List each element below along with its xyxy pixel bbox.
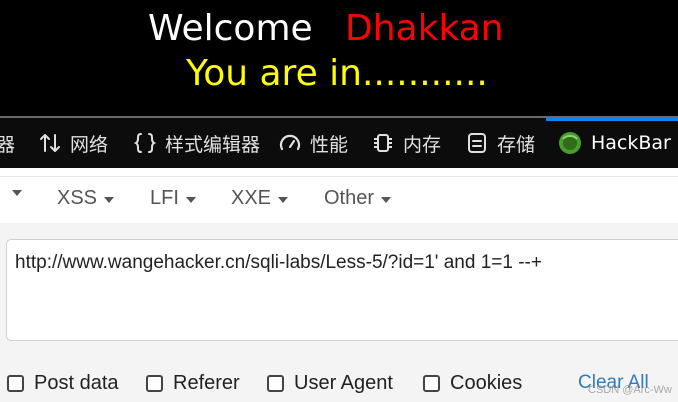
checkbox-box[interactable]: [267, 375, 284, 392]
tab-storage[interactable]: 存储: [465, 118, 535, 168]
tab-memory[interactable]: 内存: [371, 118, 441, 168]
menu-lfi[interactable]: LFI: [150, 187, 196, 210]
username-text: Dhakkan: [345, 8, 504, 49]
option-label: Referer: [173, 372, 240, 394]
hackbar-menu-bar: XSS LFI XXE Other: [0, 176, 678, 224]
referer-checkbox[interactable]: Referer: [146, 372, 240, 395]
tab-label: 样式编辑器: [165, 133, 261, 156]
tab-label: 器: [0, 133, 16, 156]
url-text: http://www.wangehacker.cn/sqli-labs/Less…: [15, 252, 542, 273]
network-arrows-icon: [40, 134, 60, 152]
chevron-down-icon: [104, 197, 115, 203]
menu-label: XXE: [231, 187, 272, 209]
status-text: You are in...........: [186, 53, 488, 94]
chevron-down-icon: [12, 190, 22, 196]
option-label: User Agent: [294, 372, 393, 394]
menu-xxe[interactable]: XXE: [231, 187, 289, 210]
chevron-down-icon: [381, 197, 392, 203]
braces-icon: [133, 133, 157, 153]
tab-style-editor[interactable]: 样式编辑器: [133, 118, 260, 168]
menu-label: XSS: [57, 187, 98, 209]
tab-label: 存储: [497, 133, 536, 156]
tab-hackbar[interactable]: HackBar: [557, 118, 671, 168]
tab-label: 网络: [70, 133, 109, 156]
option-label: Cookies: [450, 372, 523, 394]
tab-network[interactable]: 网络: [38, 118, 108, 168]
menu-label: Other: [324, 187, 375, 209]
tab-label: 内存: [403, 133, 442, 156]
chip-icon: [374, 134, 392, 152]
checkbox-box[interactable]: [423, 375, 440, 392]
menu-label: LFI: [150, 187, 179, 209]
checkbox-box[interactable]: [146, 375, 163, 392]
storage-icon: [468, 133, 486, 153]
tab-cut-off[interactable]: 器: [0, 118, 15, 168]
gauge-icon: [279, 134, 301, 151]
menu-cut-off-dropdown[interactable]: [0, 187, 22, 196]
hackbar-logo-icon: [559, 132, 581, 154]
chevron-down-icon: [185, 197, 196, 203]
welcome-text: Welcome: [148, 8, 313, 49]
chevron-down-icon: [278, 197, 289, 203]
checkbox-box[interactable]: [7, 375, 24, 392]
devtools-toolbar: 器 网络 样式编辑器 性能 内存 存储 HackBar: [0, 118, 678, 168]
tab-label: 性能: [310, 133, 349, 156]
page-banner: Welcome Dhakkan You are in...........: [0, 0, 678, 116]
user-agent-checkbox[interactable]: User Agent: [267, 372, 393, 395]
tab-performance[interactable]: 性能: [278, 118, 348, 168]
post-data-checkbox[interactable]: Post data: [7, 372, 119, 395]
watermark: CSDN @Arc-Ww: [588, 384, 672, 396]
tab-label: HackBar: [591, 132, 671, 154]
option-label: Post data: [34, 372, 119, 394]
menu-xss[interactable]: XSS: [57, 187, 115, 210]
url-input[interactable]: http://www.wangehacker.cn/sqli-labs/Less…: [6, 239, 678, 341]
menu-other[interactable]: Other: [324, 187, 392, 210]
cookies-checkbox[interactable]: Cookies: [423, 372, 522, 395]
